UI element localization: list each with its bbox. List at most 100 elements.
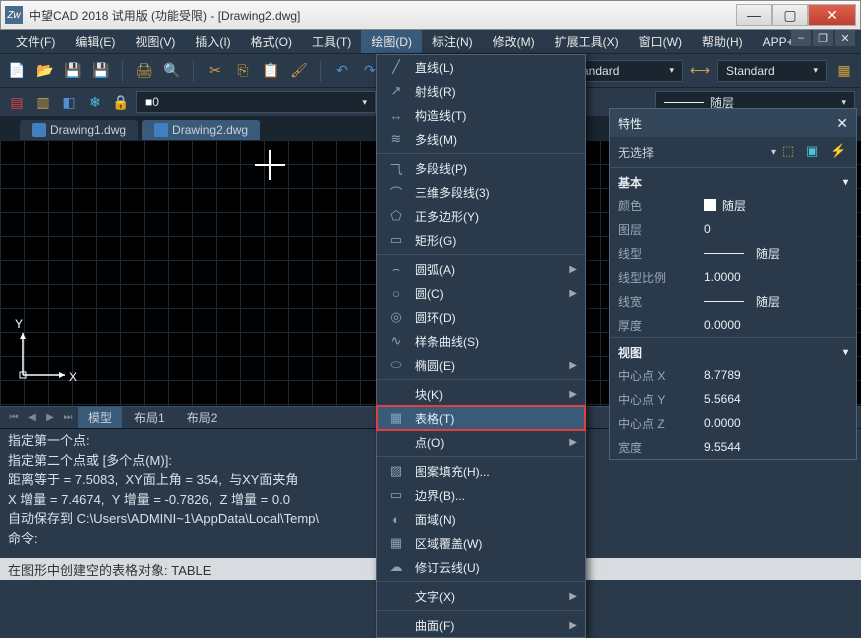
copy-icon[interactable]: ⎘ — [232, 60, 254, 82]
tab-prev-icon[interactable]: ◀ — [24, 410, 40, 426]
table-icon[interactable]: ▦ — [833, 60, 855, 82]
save-icon[interactable]: 💾 — [62, 60, 84, 82]
menuitem-icon: ▭ — [385, 487, 407, 503]
prop-row[interactable]: 中心点 Z0.0000 — [610, 411, 856, 435]
prop-row[interactable]: 中心点 X8.7789 — [610, 363, 856, 387]
menuitem-label: 点(O) — [407, 434, 569, 451]
prop-section-header[interactable]: 基本▾ — [610, 167, 856, 193]
menu-3[interactable]: 插入(I) — [185, 30, 240, 53]
menu-5[interactable]: 工具(T) — [302, 30, 361, 53]
menu-item[interactable]: ╱直线(L) — [377, 55, 585, 79]
dimstyle-combo[interactable]: Standard▾ — [717, 60, 827, 82]
menu-item[interactable]: ☁修订云线(U) — [377, 555, 585, 579]
close-icon[interactable]: ✕ — [836, 115, 848, 132]
menuitem-icon: ↗ — [385, 83, 407, 99]
minimize-button[interactable]: — — [736, 4, 772, 26]
print-icon[interactable]: 🖨 — [133, 60, 155, 82]
menu-item[interactable]: 文字(X)▶ — [377, 584, 585, 608]
menuitem-label: 三维多段线(3) — [407, 184, 577, 201]
toggle-icon[interactable]: ⚡ — [830, 143, 848, 161]
prop-row[interactable]: 中心点 Y5.5664 — [610, 387, 856, 411]
prop-row[interactable]: 线型随层 — [610, 241, 856, 265]
menu-item[interactable]: ◎圆环(D) — [377, 305, 585, 329]
menu-item[interactable]: ▭矩形(G) — [377, 228, 585, 252]
menu-item[interactable]: 块(K)▶ — [377, 382, 585, 406]
selection-label[interactable]: 无选择 — [618, 144, 765, 161]
prop-row[interactable]: 线型比例1.0000 — [610, 265, 856, 289]
paste-icon[interactable]: 📋 — [260, 60, 282, 82]
prop-row[interactable]: 线宽随层 — [610, 289, 856, 313]
tab-first-icon[interactable]: ⏮ — [6, 410, 22, 426]
menu-item[interactable]: ▭边界(B)... — [377, 483, 585, 507]
layeriso-icon[interactable]: ◧ — [58, 91, 80, 113]
tab-last-icon[interactable]: ⏭ — [60, 410, 76, 426]
menu-item[interactable]: ⬭椭圆(E)▶ — [377, 353, 585, 377]
layerfreeze-icon[interactable]: ❄ — [84, 91, 106, 113]
menu-2[interactable]: 视图(V) — [125, 30, 185, 53]
document-tab[interactable]: Drawing1.dwg — [20, 120, 138, 140]
menuitem-icon: ⺄ — [385, 159, 407, 178]
close-button[interactable]: ✕ — [808, 4, 856, 26]
menu-item[interactable]: ○圆(C)▶ — [377, 281, 585, 305]
prop-section-header[interactable]: 视图▾ — [610, 337, 856, 363]
menu-6[interactable]: 绘图(D) — [361, 30, 422, 53]
menu-item[interactable]: ∿样条曲线(S) — [377, 329, 585, 353]
menu-item[interactable]: ↔构造线(T) — [377, 103, 585, 127]
chevron-down-icon[interactable]: ▾ — [771, 147, 776, 158]
menu-item[interactable]: ◐面域(N) — [377, 507, 585, 531]
menu-1[interactable]: 编辑(E) — [65, 30, 125, 53]
new-icon[interactable]: 📄 — [6, 60, 28, 82]
textstyle-combo[interactable]: andard▾ — [573, 60, 683, 82]
menu-item[interactable]: ▨图案填充(H)... — [377, 459, 585, 483]
app-icon: Zw — [5, 6, 23, 24]
open-icon[interactable]: 📂 — [34, 60, 56, 82]
layout-tab[interactable]: 模型 — [78, 407, 122, 428]
menu-item[interactable]: ⺄多段线(P) — [377, 156, 585, 180]
layout-tab[interactable]: 布局1 — [124, 407, 175, 428]
menu-item[interactable]: ⌢圆弧(A)▶ — [377, 257, 585, 281]
menuitem-label: 曲面(F) — [407, 617, 569, 634]
menu-item[interactable]: 曲面(F)▶ — [377, 613, 585, 637]
menu-9[interactable]: 扩展工具(X) — [545, 30, 629, 53]
preview-icon[interactable]: 🔍 — [161, 60, 183, 82]
menu-11[interactable]: 帮助(H) — [692, 30, 753, 53]
prop-row[interactable]: 宽度9.5544 — [610, 435, 856, 459]
document-tab[interactable]: Drawing2.dwg — [142, 120, 260, 140]
layout-tab[interactable]: 布局2 — [177, 407, 228, 428]
menu-item[interactable]: ⌒三维多段线(3) — [377, 180, 585, 204]
quickselect-icon[interactable]: ⬚ — [782, 143, 800, 161]
prop-value: 5.5664 — [704, 392, 741, 406]
prop-row[interactable]: 图层0 — [610, 217, 856, 241]
layer-combo[interactable]: ■ 0 ▾ — [136, 91, 376, 113]
dim-icon[interactable]: ⟷ — [689, 60, 711, 82]
menu-item[interactable]: 点(O)▶ — [377, 430, 585, 454]
menu-4[interactable]: 格式(O) — [241, 30, 302, 53]
menu-item[interactable]: ≋多线(M) — [377, 127, 585, 151]
doc-close-button[interactable]: ✕ — [835, 30, 855, 46]
doc-restore-button[interactable]: ❐ — [813, 30, 833, 46]
layerprops-icon[interactable]: ▤ — [6, 91, 28, 113]
menu-8[interactable]: 修改(M) — [483, 30, 545, 53]
undo-icon[interactable]: ↶ — [331, 60, 353, 82]
menu-7[interactable]: 标注(N) — [422, 30, 483, 53]
menu-item[interactable]: ▦区域覆盖(W) — [377, 531, 585, 555]
select-icon[interactable]: ▣ — [806, 143, 824, 161]
layerlock-icon[interactable]: 🔒 — [110, 91, 132, 113]
maximize-button[interactable]: ▢ — [772, 4, 808, 26]
saveas-icon[interactable]: 💾 — [90, 60, 112, 82]
prop-row[interactable]: 颜色随层 — [610, 193, 856, 217]
doc-minimize-button[interactable]: – — [791, 30, 811, 46]
menu-0[interactable]: 文件(F) — [6, 30, 65, 53]
menu-item[interactable]: ⬠正多边形(Y) — [377, 204, 585, 228]
matchprop-icon[interactable]: 🖌 — [288, 60, 310, 82]
prop-key: 中心点 X — [618, 367, 704, 384]
menu-item[interactable]: ▦表格(T) — [377, 406, 585, 430]
menu-10[interactable]: 窗口(W) — [629, 30, 692, 53]
prop-row[interactable]: 厚度0.0000 — [610, 313, 856, 337]
cut-icon[interactable]: ✂ — [204, 60, 226, 82]
layerstate-icon[interactable]: ▥ — [32, 91, 54, 113]
menuitem-label: 文字(X) — [407, 588, 569, 605]
linetype-glyph — [664, 102, 704, 103]
menu-item[interactable]: ↗射线(R) — [377, 79, 585, 103]
tab-next-icon[interactable]: ▶ — [42, 410, 58, 426]
